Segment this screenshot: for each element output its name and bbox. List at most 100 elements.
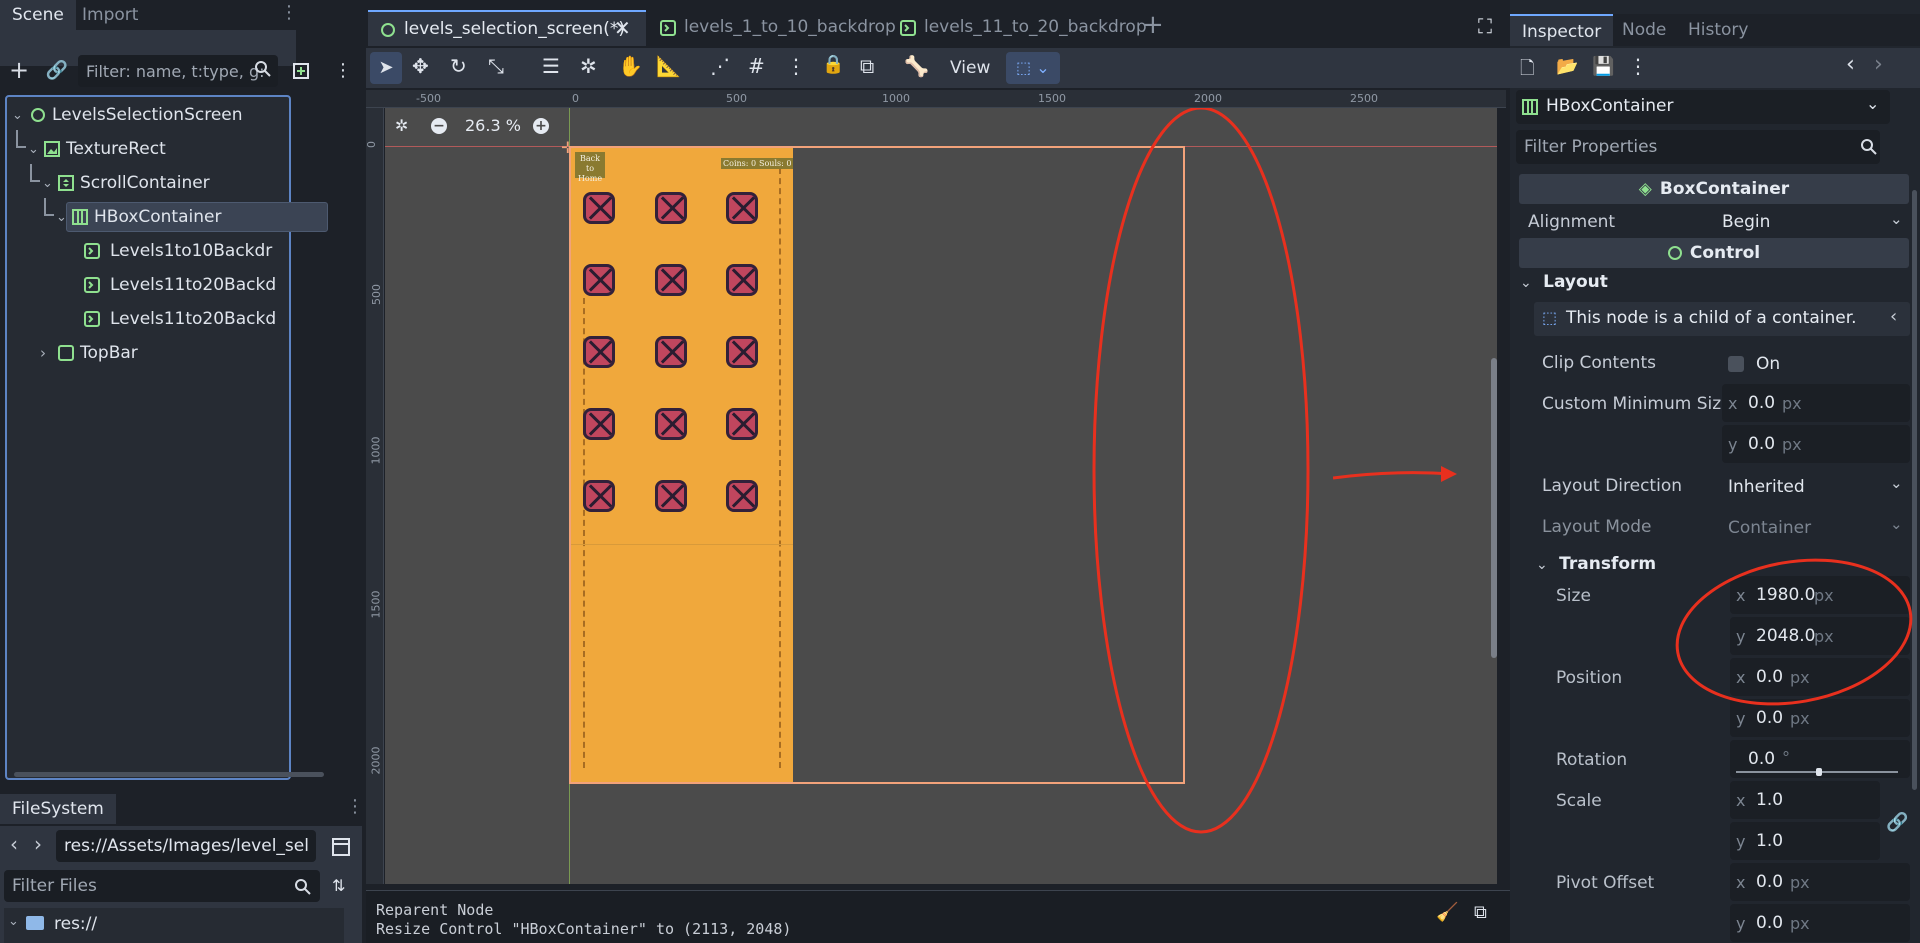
- level-button[interactable]: [583, 192, 615, 224]
- history-back-icon[interactable]: ‹: [1846, 52, 1855, 77]
- section-control[interactable]: Control: [1519, 238, 1909, 268]
- filter-properties-input[interactable]: Filter Properties: [1516, 130, 1880, 164]
- scene-more-icon[interactable]: ⋮: [334, 60, 352, 81]
- back-arrow-icon[interactable]: ‹: [10, 832, 18, 856]
- pan-tool-icon[interactable]: ✋: [618, 54, 643, 78]
- view-menu-button[interactable]: View: [950, 58, 990, 78]
- save-resource-icon[interactable]: 💾: [1592, 56, 1614, 77]
- layout-direction-dropdown[interactable]: Inherited: [1728, 477, 1805, 497]
- level-button[interactable]: [655, 192, 687, 224]
- level-button[interactable]: [726, 192, 758, 224]
- rotation-slider-handle[interactable]: [1816, 768, 1822, 776]
- history-forward-icon[interactable]: ›: [1874, 52, 1883, 77]
- viewport-scrollbar[interactable]: [1491, 358, 1497, 658]
- level-button[interactable]: [655, 336, 687, 368]
- new-tab-icon[interactable]: +: [1142, 10, 1164, 40]
- rotate-tool-icon[interactable]: ↻: [450, 54, 467, 78]
- smart-snap-icon[interactable]: ⋰: [710, 54, 730, 78]
- pivot-tool-icon[interactable]: ✲: [580, 54, 597, 78]
- forward-arrow-icon[interactable]: ›: [34, 832, 42, 856]
- scale-y-field[interactable]: [1730, 822, 1880, 860]
- level-button[interactable]: [583, 336, 615, 368]
- transform-group[interactable]: ⌄ Transform: [1536, 554, 1656, 574]
- chevron-left-icon[interactable]: ‹: [1890, 306, 1897, 327]
- grid-snap-icon[interactable]: #: [748, 54, 765, 78]
- alignment-dropdown[interactable]: Begin: [1722, 212, 1770, 232]
- tree-scrollbar[interactable]: [14, 772, 324, 777]
- clear-output-icon[interactable]: 🧹: [1436, 902, 1458, 923]
- move-tool-icon[interactable]: ✥: [412, 54, 429, 78]
- level-button[interactable]: [655, 480, 687, 512]
- link-icon[interactable]: 🔗: [42, 55, 72, 85]
- editor-tab-label: levels_11_to_20_backdrop: [924, 17, 1147, 37]
- collapse-arrow-icon[interactable]: ⌄: [42, 176, 53, 191]
- sort-icon[interactable]: ⇅: [332, 876, 345, 895]
- node-selector[interactable]: HBoxContainer ⌄: [1516, 90, 1890, 124]
- scale-tool-icon[interactable]: ⤡: [488, 54, 504, 78]
- copy-output-icon[interactable]: ⧉: [1474, 902, 1487, 923]
- anchor-preset-button[interactable]: ⬚ ⌄: [1006, 52, 1060, 84]
- zoom-in-button[interactable]: +: [533, 118, 549, 134]
- collapse-arrow-icon[interactable]: ⌄: [12, 108, 23, 123]
- tab-inspector[interactable]: Inspector: [1510, 14, 1614, 46]
- zoom-level[interactable]: 26.3 %: [465, 116, 521, 135]
- collapse-arrow-icon[interactable]: ⌄: [56, 210, 67, 225]
- level-button[interactable]: [655, 408, 687, 440]
- bone-icon[interactable]: 🦴: [904, 54, 929, 78]
- level-button[interactable]: [726, 264, 758, 296]
- level-button[interactable]: [655, 264, 687, 296]
- expand-arrow-icon[interactable]: ›: [40, 344, 46, 362]
- chevron-down-icon[interactable]: ⌄: [1890, 515, 1903, 533]
- tab-node[interactable]: Node: [1622, 14, 1666, 46]
- collapse-arrow-icon[interactable]: ⌄: [8, 914, 19, 929]
- canvas-viewport[interactable]: ✲ − 26.3 % + Back to Home Coins: 0 Souls…: [385, 108, 1497, 884]
- close-icon[interactable]: ✕: [614, 16, 631, 40]
- editor-tab-levels-1-10[interactable]: levels_1_to_10_backdrop: [656, 10, 896, 46]
- group-icon[interactable]: ⧉: [860, 54, 874, 78]
- link-scale-icon[interactable]: 🔗: [1886, 812, 1908, 833]
- split-view-icon[interactable]: [332, 838, 350, 856]
- pivot-crosshair-icon[interactable]: ✛: [561, 138, 574, 157]
- scene-filter-input[interactable]: Filter: name, t:type, g:: [78, 55, 278, 87]
- collapse-arrow-icon[interactable]: ⌄: [28, 142, 39, 157]
- chevron-down-icon[interactable]: ⌄: [1890, 210, 1903, 228]
- editor-tab-levels-11-20[interactable]: levels_11_to_20_backdrop: [896, 10, 1147, 46]
- tab-import[interactable]: Import: [70, 0, 150, 30]
- chevron-down-icon[interactable]: ⌄: [1890, 474, 1903, 492]
- distraction-free-icon[interactable]: ⛶: [1478, 14, 1492, 38]
- level-button[interactable]: [583, 264, 615, 296]
- tab-history[interactable]: History: [1688, 14, 1748, 46]
- level-button[interactable]: [583, 480, 615, 512]
- zoom-reset-icon[interactable]: ✲: [395, 116, 408, 135]
- list-select-icon[interactable]: ☰: [542, 54, 560, 78]
- tab-filesystem[interactable]: FileSystem: [0, 794, 116, 824]
- dock-menu-icon[interactable]: ⋮: [346, 796, 364, 817]
- dock-menu-icon[interactable]: ⋮: [280, 2, 298, 23]
- level-button[interactable]: [726, 408, 758, 440]
- more-icon[interactable]: ⋮: [1628, 54, 1648, 78]
- lock-icon[interactable]: 🔒: [822, 54, 844, 75]
- clip-contents-checkbox[interactable]: [1728, 356, 1744, 372]
- ruler-tool-icon[interactable]: 📐: [656, 54, 681, 78]
- filesystem-tree[interactable]: ⌄ res://: [4, 908, 344, 943]
- new-resource-icon[interactable]: 🗋: [1520, 56, 1534, 86]
- layout-group[interactable]: ⌄ Layout: [1520, 272, 1608, 292]
- zoom-out-button[interactable]: −: [431, 118, 447, 134]
- filter-files-input[interactable]: Filter Files: [4, 870, 320, 902]
- scale-x-field[interactable]: [1730, 781, 1880, 819]
- editor-tab-levels-selection[interactable]: levels_selection_screen(*) ✕: [368, 10, 646, 46]
- pivot-x-value: 0.0: [1756, 872, 1784, 892]
- more-options-icon[interactable]: ⋮: [786, 54, 806, 78]
- chevron-down-icon[interactable]: ⌄: [1866, 94, 1879, 113]
- open-resource-icon[interactable]: 📂: [1556, 56, 1578, 77]
- level-button[interactable]: [726, 336, 758, 368]
- select-tool-icon[interactable]: ➤: [370, 52, 402, 84]
- layout-mode-dropdown[interactable]: Container: [1728, 518, 1811, 538]
- level-button[interactable]: [583, 408, 615, 440]
- filesystem-path-input[interactable]: res://Assets/Images/level_select: [56, 830, 316, 862]
- add-node-icon[interactable]: +: [4, 55, 34, 85]
- level-button[interactable]: [726, 480, 758, 512]
- section-boxcontainer[interactable]: ◈ BoxContainer: [1519, 174, 1909, 204]
- instance-child-scene-icon[interactable]: [292, 62, 312, 82]
- tab-scene[interactable]: Scene: [0, 0, 76, 30]
